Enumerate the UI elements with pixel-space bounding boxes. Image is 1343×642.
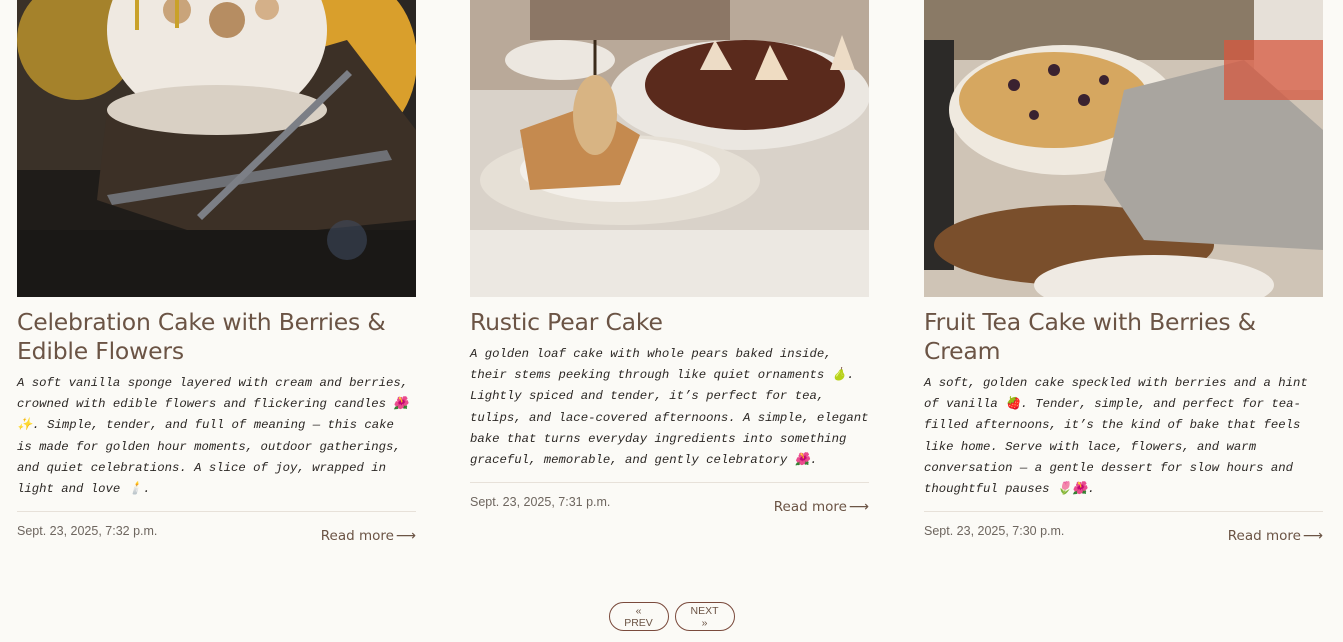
post-image[interactable] [924,0,1323,297]
pear-cake-photo [470,0,869,297]
read-more-label: Read more [1227,528,1301,545]
post-title[interactable]: Rustic Pear Cake [470,308,869,337]
celebration-cake-photo [17,0,416,297]
post-title[interactable]: Fruit Tea Cake with Berries & Cream [924,308,1323,366]
post-meta: Sept. 23, 2025, 7:31 p.m. Read more ⟶ [470,483,869,523]
post-meta: Sept. 23, 2025, 7:30 p.m. Read more ⟶ [924,512,1323,552]
arrow-right-icon: ⟶ [1302,528,1323,545]
post-excerpt: A soft, golden cake speckled with berrie… [924,376,1308,497]
post-card: Celebration Cake with Berries & Edible F… [17,0,416,552]
read-more-label: Read more [320,528,394,545]
post-excerpt: A soft vanilla sponge layered with cream… [17,376,409,497]
post-card: Rustic Pear Cake A golden loaf cake with… [470,0,869,523]
post-excerpt: A golden loaf cake with whole pears bake… [470,347,869,468]
post-date: Sept. 23, 2025, 7:30 p.m. [924,524,1065,539]
read-more-link[interactable]: Read more ⟶ [1228,528,1323,544]
post-meta: Sept. 23, 2025, 7:32 p.m. Read more ⟶ [17,512,416,552]
read-more-link[interactable]: Read more ⟶ [774,499,869,515]
read-more-label: Read more [773,499,847,516]
next-page-button[interactable]: NEXT » [674,602,735,631]
post-image[interactable] [470,0,869,297]
read-more-link[interactable]: Read more ⟶ [321,528,416,544]
fruit-tea-cake-photo [924,0,1323,297]
post-title[interactable]: Celebration Cake with Berries & Edible F… [17,308,416,366]
post-image[interactable] [17,0,416,297]
prev-page-button[interactable]: « PREV [608,602,669,631]
arrow-right-icon: ⟶ [395,528,416,545]
arrow-right-icon: ⟶ [848,499,869,516]
pagination: « PREV NEXT » [0,602,1343,631]
post-date: Sept. 23, 2025, 7:32 p.m. [17,524,158,539]
post-card: Fruit Tea Cake with Berries & Cream A so… [924,0,1323,552]
post-grid: Celebration Cake with Berries & Edible F… [17,0,1323,560]
post-date: Sept. 23, 2025, 7:31 p.m. [470,495,611,510]
